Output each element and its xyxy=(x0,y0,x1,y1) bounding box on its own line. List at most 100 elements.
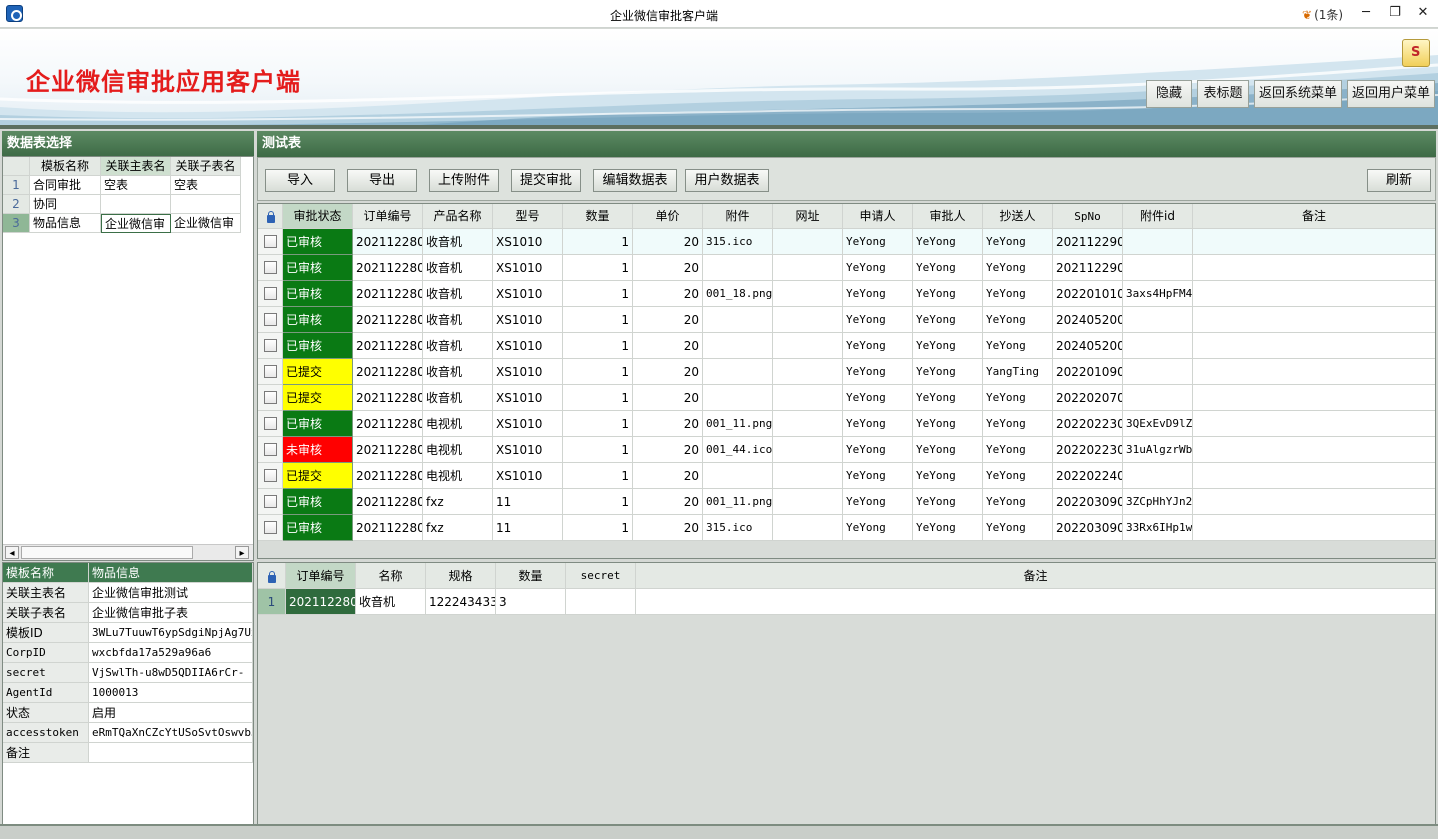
property-value[interactable]: wxcbfda17a529a96a6 xyxy=(89,643,253,663)
property-value[interactable]: VjSwlTh-u8wD5QDIIA6rCr- xyxy=(89,663,253,683)
attachment-id-cell[interactable] xyxy=(1123,229,1193,255)
row-select-cell[interactable] xyxy=(258,515,283,541)
column-header-unit-price[interactable]: 单价 xyxy=(633,204,703,229)
row-select-cell[interactable] xyxy=(258,229,283,255)
spno-cell[interactable]: 2024052000 xyxy=(1053,307,1123,333)
attachment-cell[interactable] xyxy=(703,359,773,385)
spno-cell[interactable]: 2022010100 xyxy=(1053,281,1123,307)
column-header-quantity[interactable]: 数量 xyxy=(563,204,633,229)
approver-cell[interactable]: YeYong xyxy=(913,385,983,411)
sub-table-cell[interactable] xyxy=(171,195,241,214)
remark-cell[interactable] xyxy=(1193,307,1435,333)
status-badge[interactable]: 已提交 xyxy=(283,463,353,489)
sub-table-cell[interactable]: 企业微信审 xyxy=(171,214,241,233)
attachment-id-cell[interactable] xyxy=(1123,307,1193,333)
spno-cell[interactable]: 2022030900 xyxy=(1053,515,1123,541)
row-checkbox[interactable] xyxy=(264,287,277,300)
url-cell[interactable] xyxy=(773,255,843,281)
cc-cell[interactable]: YeYong xyxy=(983,489,1053,515)
cc-cell[interactable]: YeYong xyxy=(983,255,1053,281)
column-header-product-name[interactable]: 产品名称 xyxy=(423,204,493,229)
quantity-cell[interactable]: 1 xyxy=(563,281,633,307)
main-table-cell[interactable]: 企业微信审 xyxy=(101,214,171,233)
attachment-id-cell[interactable] xyxy=(1123,255,1193,281)
attachment-id-cell[interactable] xyxy=(1123,333,1193,359)
remark-cell[interactable] xyxy=(636,589,1435,615)
message-indicator[interactable]: ❦ (1条) xyxy=(1302,6,1343,23)
url-cell[interactable] xyxy=(773,307,843,333)
attachment-id-cell[interactable]: 33Rx6IHp1w xyxy=(1123,515,1193,541)
order-number-cell[interactable]: 2021122800 xyxy=(353,515,423,541)
order-number-cell[interactable]: 2021122800 xyxy=(353,489,423,515)
attachment-id-cell[interactable]: 3axs4HpFM4 xyxy=(1123,281,1193,307)
property-value[interactable]: eRmTQaXnCZcYtUSoSvtOswvb3 xyxy=(89,723,253,743)
user-table-button[interactable]: 用户数据表 xyxy=(685,169,769,192)
status-badge[interactable]: 已审核 xyxy=(283,411,353,437)
quantity-cell[interactable]: 3 xyxy=(496,589,566,615)
url-cell[interactable] xyxy=(773,515,843,541)
secret-cell[interactable] xyxy=(566,589,636,615)
status-badge[interactable]: 已审核 xyxy=(283,229,353,255)
approver-cell[interactable]: YeYong xyxy=(913,515,983,541)
attachment-id-cell[interactable]: 31uAlgzrWb xyxy=(1123,437,1193,463)
unit-price-cell[interactable]: 20 xyxy=(633,229,703,255)
attachment-id-cell[interactable]: 3QExEvD9lZ xyxy=(1123,411,1193,437)
applicant-cell[interactable]: YeYong xyxy=(843,333,913,359)
property-value[interactable] xyxy=(89,743,253,763)
row-select-cell[interactable] xyxy=(258,281,283,307)
remark-cell[interactable] xyxy=(1193,359,1435,385)
remark-cell[interactable] xyxy=(1193,281,1435,307)
url-cell[interactable] xyxy=(773,411,843,437)
order-number-cell[interactable]: 2021122800 xyxy=(286,589,356,615)
row-checkbox[interactable] xyxy=(264,443,277,456)
column-header-status[interactable]: 审批状态 xyxy=(283,204,353,229)
status-badge[interactable]: 已提交 xyxy=(283,385,353,411)
quantity-cell[interactable]: 1 xyxy=(563,359,633,385)
unit-price-cell[interactable]: 20 xyxy=(633,515,703,541)
order-number-cell[interactable]: 2021122800 xyxy=(353,437,423,463)
column-header-url[interactable]: 网址 xyxy=(773,204,843,229)
applicant-cell[interactable]: YeYong xyxy=(843,307,913,333)
main-table-cell[interactable] xyxy=(101,195,171,214)
cc-cell[interactable]: YeYong xyxy=(983,411,1053,437)
quantity-cell[interactable]: 1 xyxy=(563,229,633,255)
template-name-cell[interactable]: 协同 xyxy=(30,195,101,214)
applicant-cell[interactable]: YeYong xyxy=(843,411,913,437)
product-name-cell[interactable]: 收音机 xyxy=(423,385,493,411)
quantity-cell[interactable]: 1 xyxy=(563,307,633,333)
row-checkbox[interactable] xyxy=(264,235,277,248)
quantity-cell[interactable]: 1 xyxy=(563,515,633,541)
cc-cell[interactable]: YeYong xyxy=(983,463,1053,489)
row-checkbox[interactable] xyxy=(264,391,277,404)
approver-cell[interactable]: YeYong xyxy=(913,489,983,515)
column-header-remark[interactable]: 备注 xyxy=(636,563,1435,589)
order-number-cell[interactable]: 2021122800 xyxy=(353,229,423,255)
remark-cell[interactable] xyxy=(1193,437,1435,463)
cc-cell[interactable]: YeYong xyxy=(983,333,1053,359)
quantity-cell[interactable]: 1 xyxy=(563,463,633,489)
attachment-cell[interactable] xyxy=(703,255,773,281)
unit-price-cell[interactable]: 20 xyxy=(633,437,703,463)
restore-button[interactable]: ❐ xyxy=(1384,3,1406,23)
column-header-secret[interactable]: secret xyxy=(566,563,636,589)
row-select-cell[interactable] xyxy=(258,333,283,359)
applicant-cell[interactable]: YeYong xyxy=(843,281,913,307)
template-name-cell[interactable]: 物品信息 xyxy=(30,214,101,233)
status-badge[interactable]: 已审核 xyxy=(283,333,353,359)
product-name-cell[interactable]: 电视机 xyxy=(423,463,493,489)
spno-cell[interactable]: 2024052000 xyxy=(1053,333,1123,359)
submit-approval-button[interactable]: 提交审批 xyxy=(511,169,581,192)
quantity-cell[interactable]: 1 xyxy=(563,411,633,437)
close-button[interactable]: ✕ xyxy=(1412,3,1434,23)
approver-cell[interactable]: YeYong xyxy=(913,229,983,255)
product-name-cell[interactable]: 收音机 xyxy=(423,333,493,359)
model-cell[interactable]: XS1010 xyxy=(493,359,563,385)
hide-button[interactable]: 隐藏 xyxy=(1146,80,1192,108)
applicant-cell[interactable]: YeYong xyxy=(843,385,913,411)
unit-price-cell[interactable]: 20 xyxy=(633,411,703,437)
column-header-name[interactable]: 名称 xyxy=(356,563,426,589)
column-header-attachment[interactable]: 附件 xyxy=(703,204,773,229)
row-checkbox[interactable] xyxy=(264,261,277,274)
approver-cell[interactable]: YeYong xyxy=(913,333,983,359)
unit-price-cell[interactable]: 20 xyxy=(633,307,703,333)
